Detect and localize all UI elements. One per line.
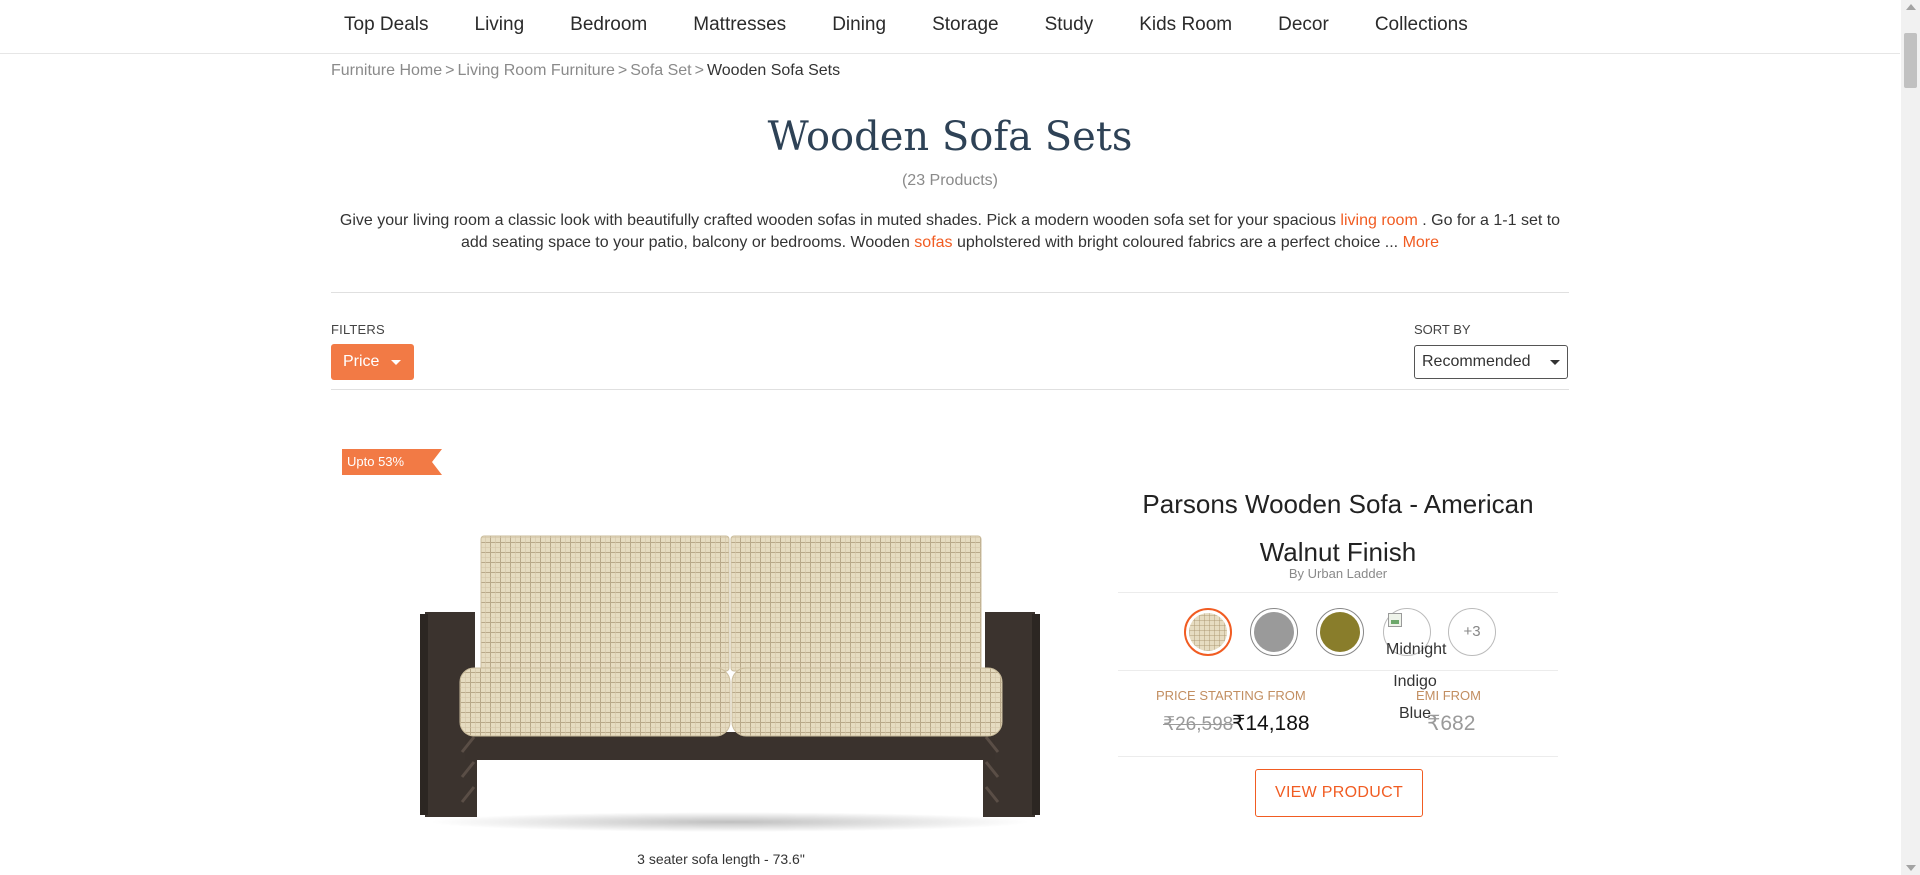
divider (331, 389, 1569, 390)
description-text: Give your living room a classic look wit… (339, 212, 1336, 229)
sofa-dimension: 3 seater sofa length - 73.6" (637, 851, 805, 867)
divider (1118, 756, 1558, 757)
breadcrumb-living-room-furniture[interactable]: Living Room Furniture (458, 62, 615, 79)
view-product-button[interactable]: VIEW PRODUCT (1255, 769, 1423, 817)
category-description: Give your living room a classic look wit… (331, 210, 1569, 254)
swatch-olive[interactable] (1316, 608, 1364, 656)
top-navigation: Top Deals Living Bedroom Mattresses Dini… (0, 0, 1900, 54)
sort-by-value: Recommended (1422, 353, 1531, 370)
price-filter-button[interactable]: Price (331, 344, 414, 380)
breadcrumb-separator: > (617, 62, 628, 79)
sale-price: ₹14,188 (1232, 712, 1310, 735)
living-room-link[interactable]: living room (1340, 212, 1417, 229)
more-swatches-button[interactable]: +3 (1448, 608, 1496, 656)
nav-item-decor[interactable]: Decor (1255, 0, 1352, 50)
breadcrumb-separator: > (694, 62, 704, 79)
nav-item-collections[interactable]: Collections (1352, 0, 1491, 50)
nav-item-kids-room[interactable]: Kids Room (1116, 0, 1255, 50)
breadcrumb-furniture-home[interactable]: Furniture Home (331, 62, 442, 79)
divider (1118, 670, 1558, 671)
price-label: PRICE STARTING FROM (1156, 688, 1306, 703)
swatch-fabric (1254, 612, 1294, 652)
page-scrollbar[interactable] (1901, 0, 1920, 875)
discount-badge-text: Upto 53% (347, 454, 405, 469)
breadcrumb: Furniture Home > Living Room Furniture > Sof… (331, 62, 840, 80)
page-title: Wooden Sofa Sets (767, 114, 1133, 160)
swatch-fabric (1320, 612, 1360, 652)
product-title[interactable]: Parsons Wooden Sofa - American Walnut Fi… (1118, 480, 1558, 576)
nav-item-study[interactable]: Study (1022, 0, 1117, 50)
original-price: ₹26,598 (1163, 714, 1234, 735)
more-link[interactable]: More (1403, 234, 1439, 251)
scroll-down-arrow-icon[interactable] (1906, 865, 1916, 871)
price-filter-label: Price (343, 353, 380, 370)
product-count: (23 Products) (901, 172, 999, 189)
scrollbar-thumb[interactable] (1904, 33, 1917, 88)
swatch-checked-beige[interactable] (1184, 608, 1232, 656)
swatch-fabric (1189, 613, 1227, 651)
nav-item-dining[interactable]: Dining (809, 0, 909, 50)
breadcrumb-separator: > (445, 62, 455, 79)
swatch-grey[interactable] (1250, 608, 1298, 656)
nav-item-living[interactable]: Living (452, 0, 548, 50)
nav-item-bedroom[interactable]: Bedroom (547, 0, 670, 50)
product-brand: By Urban Ladder (1288, 566, 1388, 581)
divider (331, 292, 1569, 293)
scroll-up-arrow-icon[interactable] (1906, 4, 1916, 10)
sofas-link[interactable]: sofas (914, 234, 952, 251)
description-text: upholstered with bright coloured fabrics… (957, 234, 1399, 251)
breadcrumb-sofa-set[interactable]: Sofa Set (630, 62, 691, 79)
nav-item-top-deals[interactable]: Top Deals (330, 0, 452, 50)
filters-label: FILTERS (331, 322, 385, 337)
sort-by-label: SORT BY (1414, 322, 1471, 337)
emi-value: ₹682 (1427, 712, 1476, 735)
caret-down-icon (391, 360, 401, 365)
sort-by-select[interactable]: Recommended (1414, 345, 1568, 379)
breadcrumb-current: Wooden Sofa Sets (706, 62, 841, 79)
divider (1118, 592, 1558, 593)
sofa-product-image[interactable] (420, 532, 1040, 832)
nav-item-mattresses[interactable]: Mattresses (670, 0, 809, 50)
discount-badge: Upto 53% (342, 449, 442, 475)
broken-image-icon (1388, 613, 1402, 627)
caret-down-icon (1550, 360, 1560, 365)
emi-label: EMI FROM (1416, 688, 1481, 703)
nav-item-storage[interactable]: Storage (909, 0, 1022, 50)
